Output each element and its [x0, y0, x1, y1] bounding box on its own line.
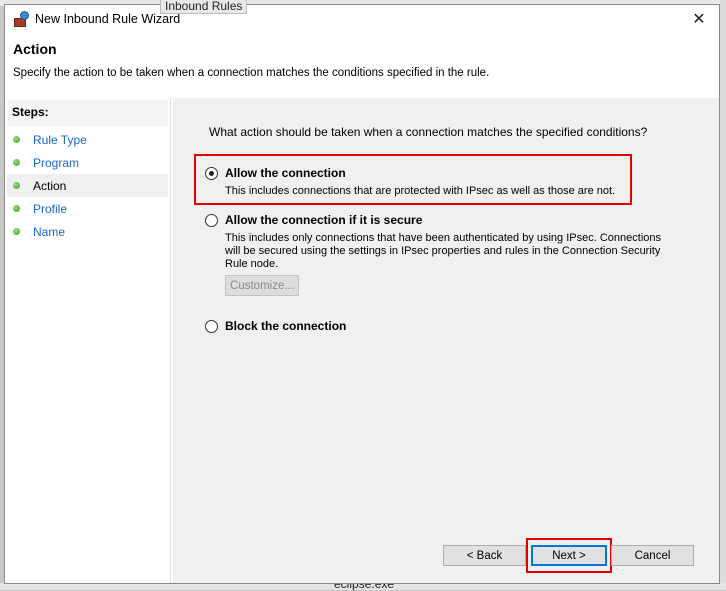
wizard-dialog: New Inbound Rule Wizard ✕ Action Specify… [4, 4, 720, 584]
step-program[interactable]: Program [7, 151, 168, 174]
close-button[interactable]: ✕ [679, 5, 719, 33]
page-title: Action [13, 41, 57, 57]
option-description: This includes connections that are prote… [225, 185, 616, 197]
close-icon: ✕ [692, 11, 706, 28]
window-title: New Inbound Rule Wizard [35, 12, 181, 26]
step-label: Profile [33, 201, 68, 216]
back-button[interactable]: < Back [443, 545, 526, 566]
radio-block[interactable] [205, 320, 218, 333]
step-label: Rule Type [33, 132, 87, 147]
action-question: What action should be taken when a conne… [209, 125, 648, 139]
step-status-icon [13, 159, 20, 166]
step-label: Action [33, 178, 67, 193]
radio-allow-secure[interactable] [205, 214, 218, 227]
step-status-icon [13, 182, 20, 189]
radio-allow[interactable] [205, 167, 218, 180]
option-label: Block the connection [225, 319, 347, 333]
cancel-button[interactable]: Cancel [611, 545, 694, 566]
wizard-header: Action Specify the action to be taken wh… [5, 33, 719, 96]
steps-heading: Steps: [7, 100, 168, 126]
option-label: Allow the connection [225, 166, 346, 180]
page-description: Specify the action to be taken when a co… [13, 67, 490, 79]
steps-panel: Steps: Rule Type Program Action Profile … [5, 98, 171, 583]
step-label: Name [33, 224, 66, 239]
background-window-right [720, 0, 726, 590]
title-bar: New Inbound Rule Wizard ✕ [5, 5, 719, 33]
next-button[interactable]: Next > [531, 545, 607, 566]
step-action: Action [7, 174, 168, 197]
firewall-icon [13, 11, 29, 27]
action-panel: What action should be taken when a conne… [173, 98, 719, 583]
step-status-icon [13, 228, 20, 235]
step-status-icon [13, 205, 20, 212]
background-inbound-rules: Inbound Rules [160, 0, 248, 14]
step-status-icon [13, 136, 20, 143]
customize-button[interactable]: Customize... [225, 275, 299, 296]
option-label: Allow the connection if it is secure [225, 213, 423, 227]
step-name[interactable]: Name [7, 220, 168, 243]
option-description: This includes only connections that have… [225, 232, 661, 270]
step-profile[interactable]: Profile [7, 197, 168, 220]
step-rule-type[interactable]: Rule Type [7, 128, 168, 151]
step-label: Program [33, 155, 80, 170]
